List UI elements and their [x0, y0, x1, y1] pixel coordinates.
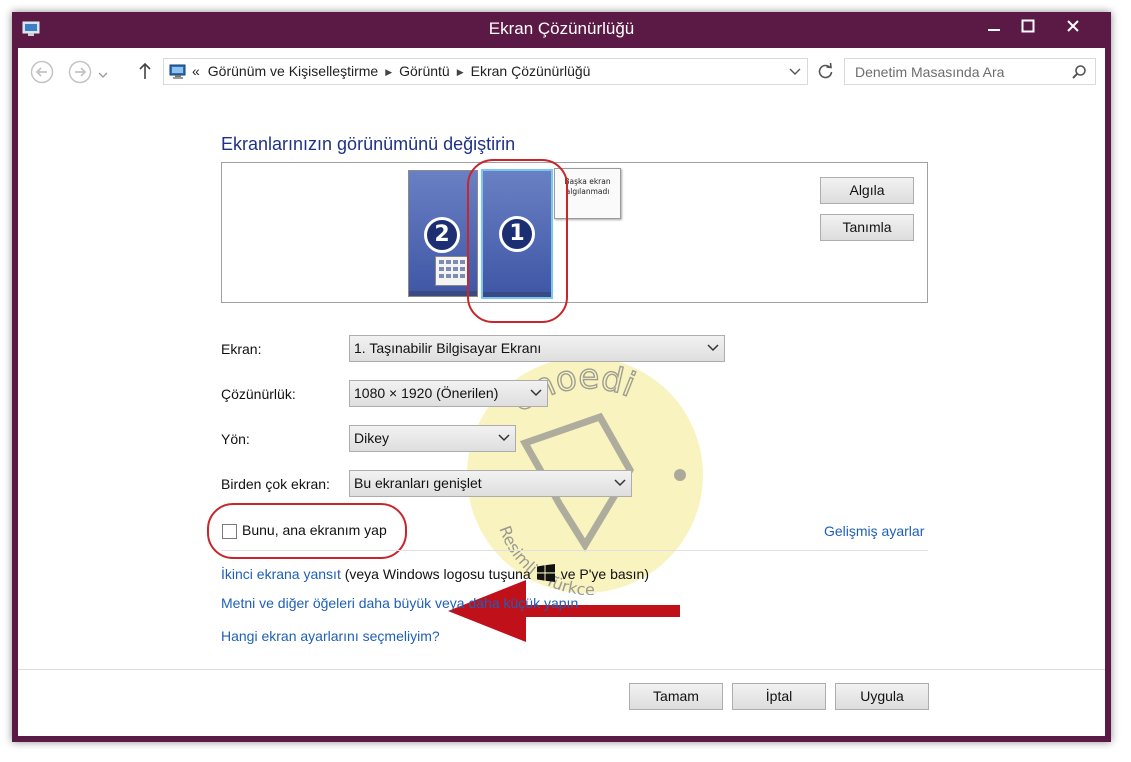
breadcrumb-item[interactable]: Görüntü [399, 63, 450, 79]
breadcrumb-separator-icon[interactable]: ▶ [457, 67, 464, 77]
advanced-settings-link[interactable]: Gelişmiş ayarlar [824, 523, 924, 539]
chevron-down-icon [530, 389, 542, 397]
orientation-select[interactable]: Dikey [349, 425, 516, 452]
main-display-checkbox[interactable] [222, 524, 237, 539]
multiple-displays-select-value: Bu ekranları genişlet [354, 475, 482, 491]
project-second-screen-link[interactable]: İkinci ekrana yansıt [221, 566, 341, 582]
chevron-down-icon[interactable] [789, 68, 801, 76]
multiple-displays-select[interactable]: Bu ekranları genişlet [349, 470, 632, 497]
ok-button[interactable]: Tamam [629, 683, 723, 710]
chevron-down-icon [98, 72, 108, 78]
main-display-checkbox-label[interactable]: Bunu, ana ekranım yap [242, 522, 387, 538]
recent-locations-button[interactable] [98, 65, 108, 84]
text-size-link[interactable]: Metni ve diğer öğeleri daha büyük veya d… [221, 595, 578, 611]
chevron-down-icon [707, 344, 719, 352]
back-arrow-icon [30, 60, 54, 84]
monitor-arrangement: 2 1 Başka ekran algılanmadı Algıla Tanım… [221, 162, 928, 303]
project-hint-before: (veya Windows logosu tuşuna [344, 566, 531, 582]
close-button[interactable] [1056, 12, 1090, 40]
footer-divider [18, 669, 1105, 670]
forward-arrow-icon [68, 60, 92, 84]
page-title: Ekranlarınızın görünümünü değiştirin [221, 134, 516, 154]
minimize-icon [988, 29, 1000, 31]
cancel-button[interactable]: İptal [732, 683, 826, 710]
pointer-arrow-annotation [448, 580, 680, 642]
chevron-down-icon [614, 479, 626, 487]
apply-button[interactable]: Uygula [835, 683, 929, 710]
monitor-1[interactable]: 1 [481, 169, 553, 299]
back-button[interactable] [30, 60, 54, 84]
search-input[interactable] [845, 59, 1060, 84]
close-icon [1067, 20, 1079, 32]
maximize-icon [1021, 19, 1035, 33]
section-divider [221, 550, 928, 551]
control-panel-icon [169, 64, 186, 79]
search-box[interactable] [844, 58, 1096, 85]
orientation-select-value: Dikey [354, 430, 390, 446]
which-settings-link[interactable]: Hangi ekran ayarlarını seçmeliyim? [221, 628, 440, 644]
keypad-icon [435, 256, 469, 286]
monitor-number-badge: 2 [424, 217, 460, 253]
monitor-number-badge: 1 [499, 216, 535, 252]
up-arrow-icon [139, 62, 151, 79]
address-row: « Görünüm ve Kişiselleştirme ▶ Görüntü ▶ Ekra… [18, 48, 1105, 98]
detect-button[interactable]: Algıla [820, 177, 914, 204]
identify-button[interactable]: Tanımla [820, 214, 914, 241]
project-line: İkinci ekrana yansıt (veya Windows logos… [221, 564, 649, 582]
breadcrumb-separator-icon[interactable]: ▶ [385, 67, 392, 77]
chevron-down-icon [498, 434, 510, 442]
undetected-display[interactable]: Başka ekran algılanmadı [554, 168, 621, 219]
maximize-button[interactable] [1011, 12, 1045, 40]
breadcrumb-item[interactable]: Ekran Çözünürlüğü [471, 63, 591, 79]
up-button[interactable] [137, 61, 153, 85]
taskbar-preview [409, 291, 477, 296]
multiple-displays-label: Birden çok ekran: [221, 476, 330, 492]
display-select-value: 1. Taşınabilir Bilgisayar Ekranı [354, 340, 542, 356]
breadcrumb-item[interactable]: Görünüm ve Kişiselleştirme [208, 63, 378, 79]
taskbar-preview [483, 292, 551, 297]
address-bar[interactable]: « Görünüm ve Kişiselleştirme ▶ Görüntü ▶ Ekra… [163, 58, 808, 85]
app-window: Ekran Çözünürlüğü « Görünüm ve Kişiselle… [12, 12, 1111, 742]
breadcrumb-overflow[interactable]: « [192, 63, 200, 79]
forward-button[interactable] [68, 60, 92, 84]
resolution-label: Çözünürlük: [221, 386, 296, 402]
display-select[interactable]: 1. Taşınabilir Bilgisayar Ekranı [349, 335, 725, 362]
display-label: Ekran: [221, 341, 262, 357]
resolution-select[interactable]: 1080 × 1920 (Önerilen) [349, 380, 548, 407]
windows-logo-icon [536, 564, 555, 582]
svg-text:Resimli . Türkçe: Resimli . Türkçe [495, 523, 595, 595]
refresh-button[interactable] [812, 58, 839, 85]
refresh-icon [818, 62, 833, 79]
content-area: Ekranlarınızın görünümünü değiştirin 2 1… [18, 98, 1105, 736]
monitor-2[interactable]: 2 [408, 170, 478, 297]
search-icon[interactable] [1071, 64, 1087, 80]
window-title: Ekran Çözünürlüğü [488, 19, 635, 38]
minimize-button[interactable] [977, 12, 1011, 40]
project-hint-after: ve P'ye basın) [560, 566, 650, 582]
orientation-label: Yön: [221, 431, 250, 447]
breadcrumb: « Görünüm ve Kişiselleştirme ▶ Görüntü ▶ Ekra… [192, 59, 590, 84]
watermark-tagline: Resimli . Türkçe [495, 523, 595, 595]
title-bar: Ekran Çözünürlüğü [12, 12, 1111, 48]
resolution-select-value: 1080 × 1920 (Önerilen) [354, 385, 499, 401]
